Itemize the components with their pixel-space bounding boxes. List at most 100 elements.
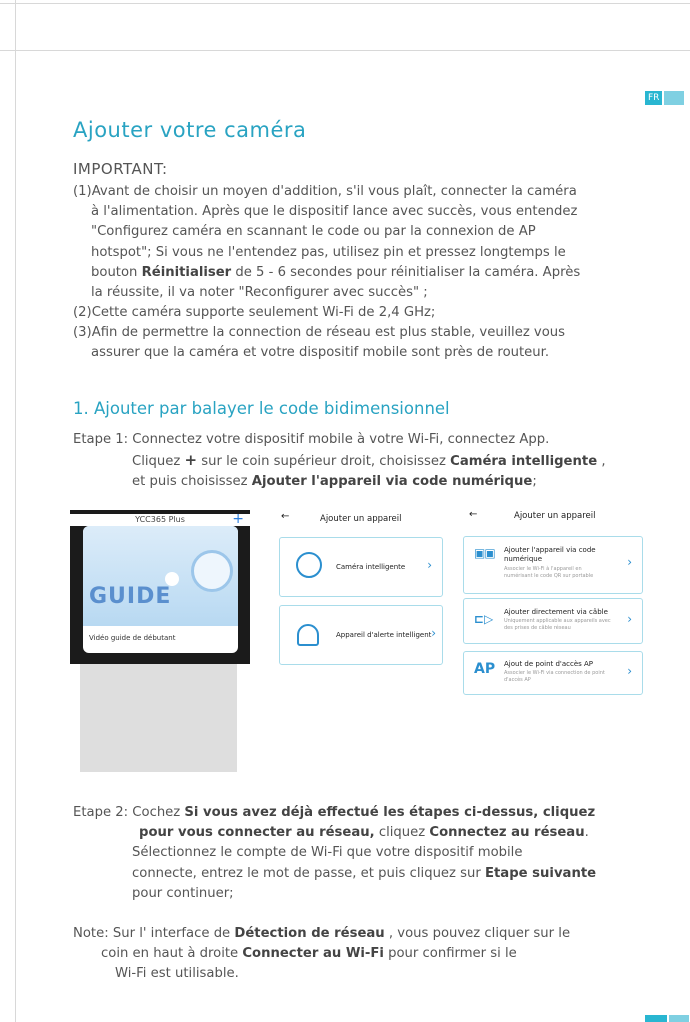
item-1-line-2: à l'alimentation. Après que le dispositi…	[91, 204, 578, 220]
add-via-ap-title: Ajout de point d'accès AP	[504, 660, 594, 668]
item-2-text: Cette caméra supporte seulement Wi-Fi de…	[91, 305, 436, 320]
chevron-right-icon: ›	[627, 664, 632, 678]
cable-icon: ⊏▷	[474, 612, 494, 626]
camera-illustration-icon	[191, 550, 233, 592]
step-2-line-2-text: cliquez	[374, 825, 430, 841]
add-via-code-title-1: Ajouter l'appareil via code	[504, 546, 596, 554]
step-1-line-2-end: ,	[597, 454, 606, 470]
play-icon	[165, 572, 179, 586]
add-via-code-option[interactable]: ▣▣ Ajouter l'appareil via code numérique…	[463, 536, 643, 594]
step-2-label: Etape 2:	[73, 805, 133, 820]
smart-camera-option[interactable]: Caméra intelligente ›	[279, 537, 443, 597]
note-line-3: Wi-Fi est utilisable.	[115, 966, 239, 982]
app-name: YCC365 Plus	[70, 514, 250, 526]
important-heading: IMPORTANT:	[73, 160, 168, 178]
add-via-cable-option[interactable]: ⊏▷ Ajouter directement via câble Uniquem…	[463, 598, 643, 644]
top-rule	[0, 3, 690, 4]
add-via-code-label: Ajouter l'appareil via code numérique	[251, 474, 533, 490]
note-line-2-rest: pour confirmer si le	[383, 946, 517, 962]
chevron-right-icon: ›	[627, 612, 632, 626]
add-via-code-sub-2: numérisant le code QR sur portable	[504, 573, 594, 579]
add-device-plus-icon[interactable]: +	[232, 511, 244, 527]
margin-rule	[15, 0, 16, 1022]
item-1-line-3: "Configurez caméra en scannant le code o…	[91, 224, 536, 240]
step-2-line-2-end: .	[584, 825, 589, 841]
smart-camera-option-label: Caméra intelligente	[336, 563, 406, 571]
ap-icon: AP	[474, 661, 496, 677]
step-1-line-3-text: et puis choisissez	[132, 474, 252, 490]
step-1-line-2-mid: sur le coin supérieur droit, choisissez	[197, 454, 451, 470]
step-2-line-3: Sélectionnez le compte de Wi-Fi que votr…	[132, 845, 523, 861]
step-2-line-1-text: Cochez	[132, 805, 185, 820]
back-arrow-icon[interactable]: ←	[469, 509, 477, 520]
add-via-code-sub-1: Associer le Wi-Fi à l'appareil en	[504, 566, 582, 572]
step-2-line-4: connecte, entrez le mot de passe, et pui…	[73, 864, 596, 884]
step-1: Etape 1: Connectez votre dispositif mobi…	[73, 430, 606, 493]
step-2-option-label-cont: pour vous connecter au réseau,	[139, 825, 375, 841]
note-line-2: coin en haut à droite Connecter au Wi-Fi…	[73, 944, 570, 964]
add-via-cable-sub-2: des prises de câble réseau	[504, 625, 571, 631]
step-1-line-2-text: Cliquez	[132, 454, 185, 470]
note-label: Note:	[73, 926, 113, 941]
item-2: (2)Cette caméra supporte seulement Wi-Fi…	[73, 303, 435, 323]
footer-tab-code	[645, 1015, 667, 1022]
step-2-line-5: pour continuer;	[132, 885, 234, 901]
alarm-icon	[297, 624, 319, 646]
connect-wifi-label: Connecter au Wi-Fi	[242, 946, 384, 962]
note-line-1-rest: , vous pouvez cliquer sur le	[384, 926, 571, 941]
next-step-label: Etape suivante	[485, 865, 597, 881]
step-1-line-3-end: ;	[532, 474, 537, 490]
connect-network-label: Connectez au réseau	[429, 825, 585, 841]
header-rule	[0, 50, 690, 51]
add-via-ap-sub-2: d'accès AP	[504, 677, 531, 683]
item-1-line-6: la réussite, il va noter "Reconfigurer a…	[91, 285, 428, 301]
app-home-screenshot: YCC365 Plus + GUIDE Vidéo guide de début…	[70, 510, 250, 664]
plus-icon: +	[184, 451, 198, 470]
add-via-ap-option[interactable]: AP Ajout de point d'accès AP Associer le…	[463, 651, 643, 695]
step-1-line-2: Cliquez + sur le coin supérieur droit, c…	[73, 450, 606, 472]
step-2-option-label: Si vous avez déjà effectué les étapes ci…	[184, 805, 596, 820]
smart-alert-option[interactable]: Appareil d'alerte intelligent ›	[279, 605, 443, 665]
item-1-line-5-text: bouton	[91, 264, 142, 280]
guide-video-label: Vidéo guide de débutant	[89, 634, 176, 642]
step-2-line-2: pour vous connecter au réseau, cliquez C…	[73, 823, 596, 843]
item-2-number: (2)	[73, 305, 92, 320]
item-1-line-5-rest: de 5 - 6 secondes pour réinitialiser la …	[231, 264, 581, 280]
image-placeholder	[80, 664, 237, 772]
step-1-line-1: Connectez votre dispositif mobile à votr…	[132, 432, 550, 447]
item-1-line-1: Avant de choisir un moyen d'addition, s'…	[91, 184, 577, 199]
guide-video-card[interactable]: GUIDE Vidéo guide de débutant	[83, 526, 238, 653]
add-device-title: Ajouter un appareil	[514, 511, 596, 521]
smart-camera-label: Caméra intelligente	[450, 454, 598, 470]
camera-icon	[296, 552, 322, 578]
reset-button-label: Réinitialiser	[141, 264, 232, 280]
chevron-right-icon: ›	[431, 626, 436, 640]
page-footer-tab	[645, 1015, 689, 1022]
item-1-number: (1)	[73, 184, 92, 199]
add-via-code-title-2: numérique	[504, 555, 543, 563]
step-1-label: Etape 1:	[73, 432, 133, 447]
item-1-line-4: hotspot"; Si vous ne l'entendez pas, uti…	[91, 244, 566, 260]
language-tab-bar	[664, 91, 685, 105]
item-3-number: (3)	[73, 325, 92, 340]
note-line-1-text: Sur l' interface de	[112, 926, 235, 941]
add-via-cable-title: Ajouter directement via câble	[504, 608, 608, 616]
chevron-right-icon: ›	[427, 558, 432, 572]
smart-alert-option-label: Appareil d'alerte intelligent	[336, 631, 432, 639]
item-1: (1)Avant de choisir un moyen d'addition,…	[73, 182, 580, 303]
back-arrow-icon[interactable]: ←	[281, 511, 289, 522]
add-via-ap-sub-1: Associer le Wi-Fi via connection de poin…	[504, 670, 605, 676]
note: Note: Sur l' interface de Détection de r…	[73, 924, 570, 985]
guide-word: GUIDE	[89, 584, 172, 609]
note-line-2-text: coin en haut à droite	[101, 946, 243, 962]
language-code: FR	[645, 91, 663, 105]
step-1-line-3: et puis choisissez Ajouter l'appareil vi…	[73, 472, 606, 492]
step-2: Etape 2: Cochez Si vous avez déjà effect…	[73, 803, 596, 904]
guide-illustration: GUIDE	[83, 526, 238, 626]
language-tab: FR	[645, 91, 685, 105]
footer-tab-bar	[669, 1015, 689, 1022]
qr-code-icon: ▣▣	[474, 546, 496, 560]
add-device-title: Ajouter un appareil	[320, 514, 402, 524]
item-3-line-2: assurer que la caméra et votre dispositi…	[91, 345, 550, 361]
item-1-line-5: bouton Réinitialiser de 5 - 6 secondes p…	[73, 263, 580, 283]
